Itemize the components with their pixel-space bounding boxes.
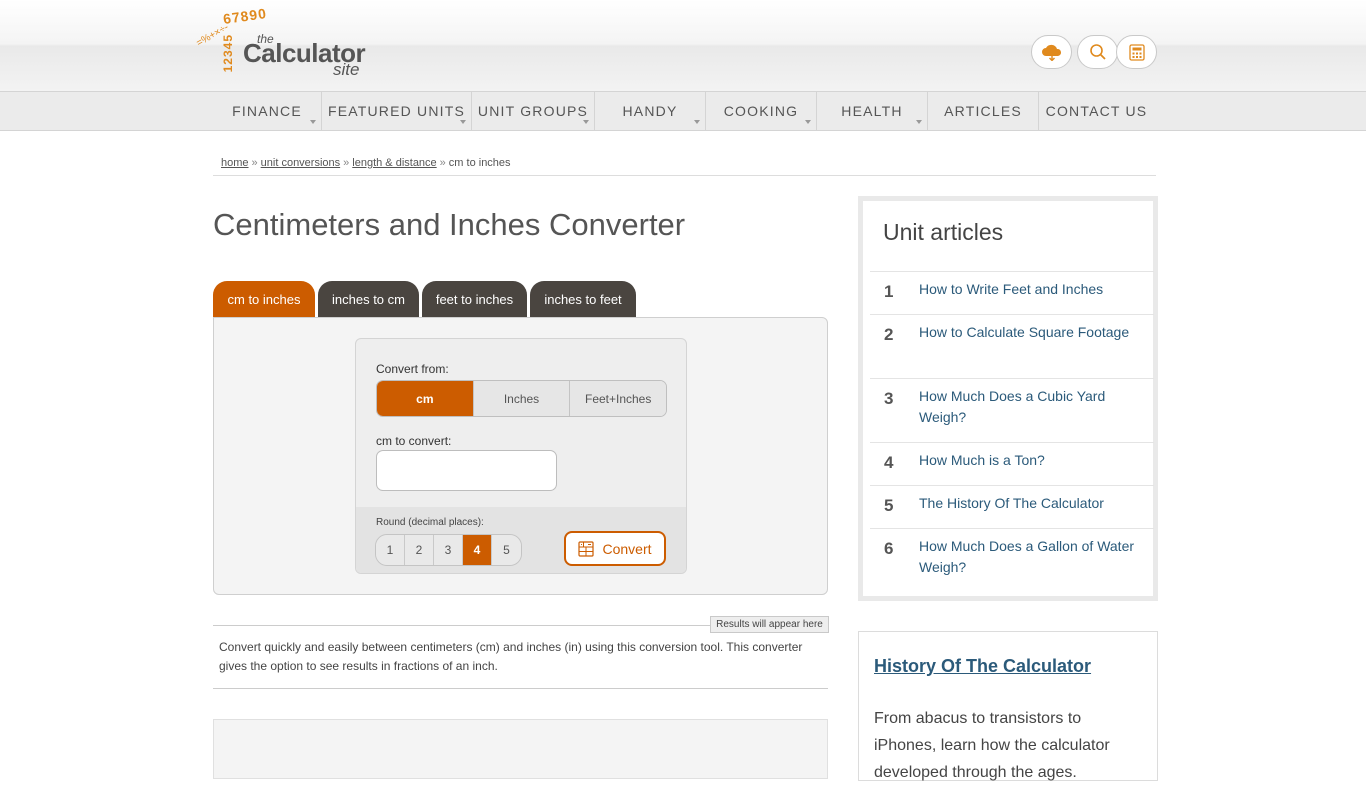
breadcrumb-separator: »	[251, 157, 258, 169]
nav-item-label: HANDY	[622, 103, 678, 119]
article-number: 1	[884, 282, 894, 301]
article-item[interactable]: 4 How Much is a Ton?	[870, 442, 1154, 485]
chevron-down-icon	[310, 120, 316, 124]
calculator-icon	[578, 540, 595, 557]
nav-item-label: FINANCE	[232, 103, 302, 119]
calculator-icon	[1128, 43, 1145, 61]
history-text: From abacus to transistors to iPhones, l…	[874, 710, 1110, 781]
tab-inches-to-feet[interactable]: inches to feet	[530, 281, 636, 317]
logo-site: site	[333, 60, 360, 79]
article-link[interactable]: How Much Does a Gallon of Water Weigh?	[919, 536, 1139, 578]
chevron-down-icon	[460, 120, 466, 124]
article-item[interactable]: 2 How to Calculate Square Footage	[870, 314, 1154, 378]
round-option-1[interactable]: 1	[376, 535, 405, 565]
article-link[interactable]: How to Write Feet and Inches	[919, 279, 1139, 300]
tab-cm-to-inches[interactable]: cm to inches	[213, 281, 315, 317]
site-header: =%+×÷- 67890 12345 the Calculator site	[0, 0, 1366, 91]
tab-feet-to-inches[interactable]: feet to inches	[422, 281, 527, 317]
breadcrumb-home[interactable]: home	[221, 157, 249, 169]
round-option-5[interactable]: 5	[492, 535, 521, 565]
converter-box: Convert from: cm Inches Feet+Inches cm t…	[355, 338, 687, 574]
calculator-button[interactable]	[1116, 35, 1157, 69]
main-nav: FINANCE FEATURED UNITS UNIT GROUPS HANDY…	[0, 91, 1366, 131]
cm-input[interactable]	[376, 450, 557, 491]
breadcrumb-divider	[213, 175, 1156, 176]
search-icon	[1089, 44, 1106, 60]
chevron-down-icon	[916, 120, 922, 124]
breadcrumb-length-distance[interactable]: length & distance	[352, 157, 436, 169]
nav-item-articles[interactable]: ARTICLES	[928, 92, 1039, 130]
unit-option-feet-inches[interactable]: Feet+Inches	[570, 381, 666, 416]
nav-item-contact-us[interactable]: CONTACT US	[1039, 92, 1154, 130]
history-box: History Of The Calculator From abacus to…	[858, 631, 1158, 781]
unit-articles-title: Unit articles	[883, 219, 1004, 245]
article-number: 3	[884, 389, 894, 408]
nav-item-label: HEALTH	[841, 103, 903, 119]
breadcrumb-unit-conversions[interactable]: unit conversions	[261, 157, 341, 169]
article-number: 5	[884, 496, 894, 515]
input-label: cm to convert:	[376, 434, 452, 448]
tab-inches-to-cm[interactable]: inches to cm	[318, 281, 419, 317]
article-number: 6	[884, 539, 894, 558]
article-number: 4	[884, 453, 894, 472]
unit-articles-box: Unit articles 1 How to Write Feet and In…	[858, 196, 1158, 601]
logo-numbers-vertical: 12345	[221, 34, 235, 73]
unit-option-inches[interactable]: Inches	[473, 381, 571, 416]
content-box	[213, 719, 828, 779]
nav-item-featured-units[interactable]: FEATURED UNITS	[322, 92, 472, 130]
convert-from-label: Convert from:	[376, 362, 449, 376]
article-item[interactable]: 6 How Much Does a Gallon of Water Weigh?	[870, 528, 1154, 592]
logo-numbers: 67890	[222, 5, 268, 27]
converter-description: Convert quickly and easily between centi…	[213, 626, 828, 689]
chevron-down-icon	[805, 120, 811, 124]
chevron-down-icon	[583, 120, 589, 124]
article-item[interactable]: 3 How Much Does a Cubic Yard Weigh?	[870, 378, 1154, 442]
breadcrumb-separator: »	[439, 157, 446, 169]
nav-item-health[interactable]: HEALTH	[817, 92, 928, 130]
round-selector: 1 2 3 4 5	[375, 534, 522, 566]
breadcrumb: home» unit conversions» length & distance»…	[221, 157, 511, 169]
round-option-3[interactable]: 3	[434, 535, 463, 565]
nav-item-label: FEATURED UNITS	[327, 103, 466, 119]
nav-item-cooking[interactable]: COOKING	[706, 92, 817, 130]
article-link[interactable]: The History Of The Calculator	[919, 493, 1139, 514]
unit-selector: cm Inches Feet+Inches	[376, 380, 667, 417]
nav-item-label: COOKING	[723, 103, 799, 119]
nav-item-unit-groups[interactable]: UNIT GROUPS	[472, 92, 595, 130]
article-item[interactable]: 5 The History Of The Calculator	[870, 485, 1154, 528]
cloud-icon	[1041, 44, 1061, 61]
article-link[interactable]: How Much is a Ton?	[919, 450, 1139, 471]
article-number: 2	[884, 325, 894, 344]
round-label: Round (decimal places):	[376, 517, 484, 528]
breadcrumb-current: cm to inches	[448, 157, 511, 169]
round-option-4[interactable]: 4	[463, 535, 492, 565]
nav-item-label: UNIT GROUPS	[477, 103, 589, 119]
article-link[interactable]: How to Calculate Square Footage	[919, 322, 1139, 343]
cloud-button[interactable]	[1031, 35, 1072, 69]
convert-label: Convert	[602, 540, 652, 557]
search-button[interactable]	[1077, 35, 1118, 69]
page-title: Centimeters and Inches Converter	[213, 207, 686, 242]
breadcrumb-separator: »	[343, 157, 350, 169]
article-item[interactable]: 1 How to Write Feet and Inches	[870, 271, 1154, 314]
nav-item-label: ARTICLES	[944, 103, 1022, 119]
history-link[interactable]: History Of The Calculator	[874, 656, 1091, 677]
nav-item-label: CONTACT US	[1045, 103, 1148, 119]
round-option-2[interactable]: 2	[405, 535, 434, 565]
convert-button[interactable]: Convert	[564, 531, 666, 566]
unit-option-cm[interactable]: cm	[377, 381, 474, 416]
nav-item-handy[interactable]: HANDY	[595, 92, 706, 130]
article-link[interactable]: How Much Does a Cubic Yard Weigh?	[919, 386, 1139, 428]
nav-item-finance[interactable]: FINANCE	[213, 92, 322, 130]
site-logo[interactable]: =%+×÷- 67890 12345 the Calculator site	[193, 5, 373, 84]
chevron-down-icon	[694, 120, 700, 124]
